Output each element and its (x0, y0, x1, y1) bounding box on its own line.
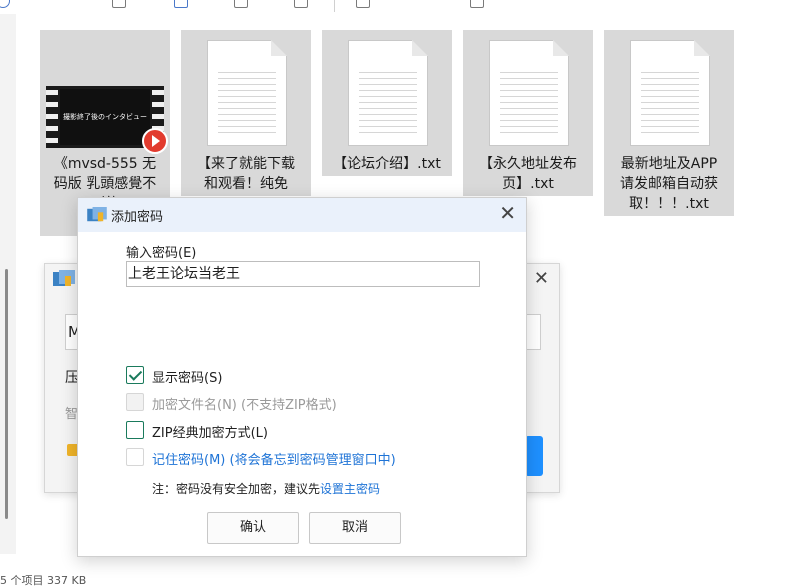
password-input[interactable]: 上老王论坛当老王 (126, 261, 480, 287)
explorer-toolbar (0, 0, 788, 12)
rename-icon[interactable] (234, 0, 248, 8)
remember-password-label: 记住密码(M) (将会备忘到密码管理窗口中) (152, 453, 396, 468)
file-name: 【永久地址发布 页】.txt (479, 156, 577, 192)
password-label: 输入密码(E) (126, 246, 197, 261)
text-file-icon (463, 30, 593, 156)
add-password-dialog: 添加密码 ✕ 输入密码(E) 上老王论坛当老王 显示密码(S) 加密文件名(N)… (77, 197, 527, 557)
status-bar-text: 5 个项目 337 KB (0, 574, 87, 587)
file-tile[interactable]: 【论坛介绍】.txt (322, 30, 452, 176)
toolbar-divider (334, 0, 335, 12)
encrypt-filenames-label: 加密文件名(N) (不支持ZIP格式) (152, 398, 337, 413)
security-note: 注：密码没有安全加密，建议先设置主密码 (152, 482, 381, 496)
close-icon[interactable]: ✕ (499, 201, 516, 225)
compress-button[interactable] (525, 436, 543, 476)
delete-icon[interactable] (294, 0, 308, 8)
file-name: 【来了就能下载 和观看！纯免 (197, 156, 295, 192)
set-master-password-link[interactable]: 设置主密码 (320, 482, 380, 496)
text-file-icon (322, 30, 452, 156)
text-file-icon (181, 30, 311, 156)
file-tile[interactable]: 【永久地址发布 页】.txt (463, 30, 593, 196)
cancel-button[interactable]: 取消 (309, 512, 401, 544)
archive-app-icon (53, 270, 75, 286)
dialog-titlebar: 添加密码 ✕ (78, 198, 526, 232)
sort-icon[interactable] (356, 0, 370, 8)
archive-app-icon (87, 207, 107, 222)
show-password-checkbox[interactable] (126, 366, 144, 384)
scrollbar[interactable] (0, 14, 16, 554)
show-password-label: 显示密码(S) (152, 371, 223, 386)
scrollbar-thumb[interactable] (5, 269, 8, 519)
close-icon[interactable]: ✕ (534, 268, 549, 289)
share-icon[interactable] (174, 0, 188, 8)
text-file-icon (604, 30, 734, 156)
view-icon[interactable] (470, 0, 484, 8)
encrypt-filenames-checkbox (126, 393, 144, 411)
zip-classic-checkbox[interactable] (126, 421, 144, 439)
back-icon[interactable] (0, 0, 10, 8)
dialog-title: 添加密码 (111, 210, 164, 225)
file-name: 【论坛介绍】.txt (333, 156, 441, 172)
copy-icon[interactable] (112, 0, 126, 8)
video-preview-text: 撮影終了後のインタビュー (60, 89, 150, 145)
file-tile[interactable]: 最新地址及APP 请发邮箱自动获 取！！！.txt (604, 30, 734, 216)
remember-password-checkbox[interactable] (126, 448, 144, 466)
play-icon (142, 128, 168, 154)
video-icon: 撮影終了後のインタビュー (46, 86, 168, 154)
file-tile[interactable]: 【来了就能下载 和观看！纯免 (181, 30, 311, 196)
file-name: 最新地址及APP 请发邮箱自动获 取！！！.txt (620, 156, 718, 212)
video-thumbnail: 撮影終了後のインタビュー (40, 30, 170, 156)
zip-classic-label: ZIP经典加密方式(L) (152, 426, 268, 441)
ok-button[interactable]: 确认 (207, 512, 299, 544)
